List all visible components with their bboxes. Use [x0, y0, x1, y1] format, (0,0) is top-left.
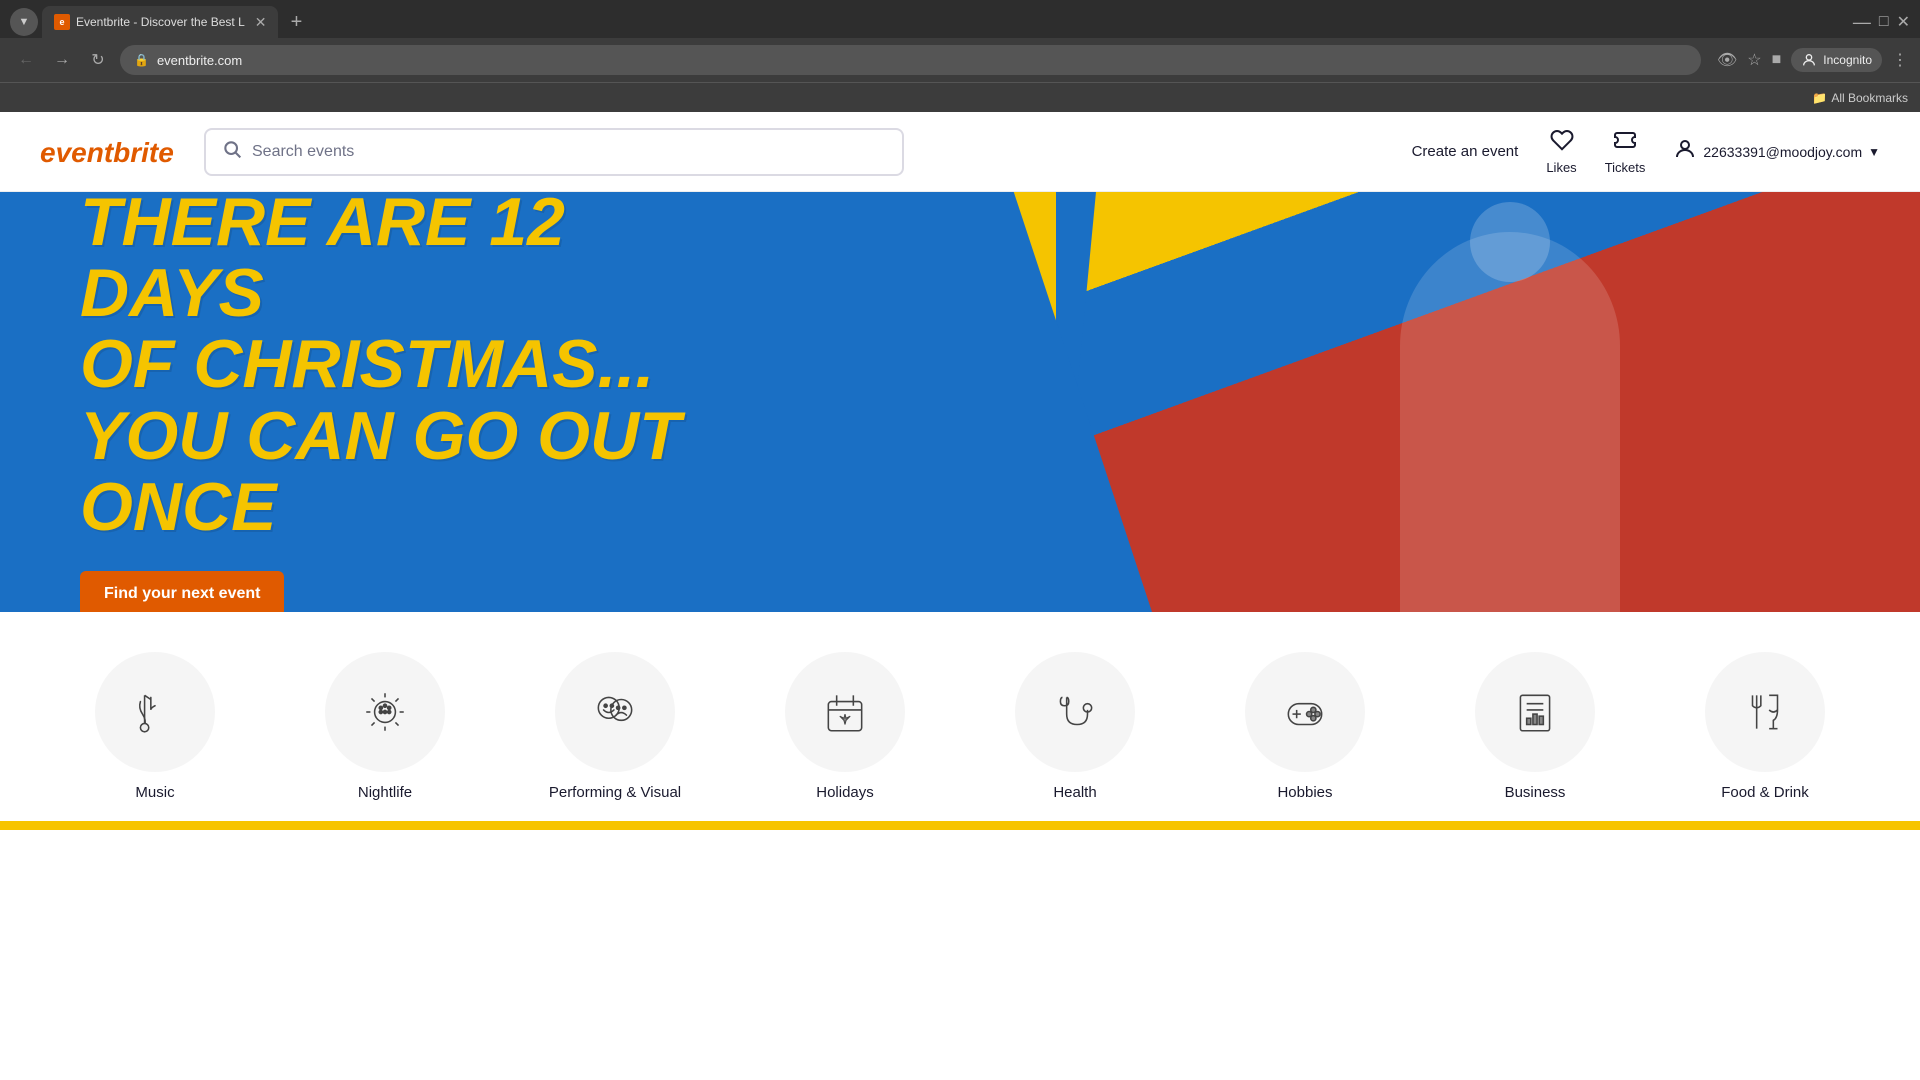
food-drink-label: Food & Drink [1721, 784, 1809, 801]
hero-banner: THERE ARE 12 DAYS OF CHRISTMAS... YOU CA… [0, 192, 1920, 612]
category-nightlife[interactable]: Nightlife [270, 652, 500, 801]
hero-line1: THERE ARE 12 DAYS [80, 192, 565, 331]
tab-bar: ▼ e Eventbrite - Discover the Best L ✕ +… [0, 0, 1920, 38]
nightlife-icon [360, 687, 410, 737]
incognito-icon [1801, 52, 1817, 68]
category-performing-visual[interactable]: Performing & Visual [500, 652, 730, 801]
nightlife-icon-circle [325, 652, 445, 772]
tab-dropdown-btn[interactable]: ▼ [10, 8, 38, 36]
people-silhouettes [1142, 213, 1876, 612]
security-icon: 🔒 [134, 53, 149, 67]
bookmark-star-icon[interactable]: ☆ [1747, 50, 1761, 70]
hobbies-label: Hobbies [1277, 784, 1332, 801]
new-tab-button[interactable]: + [282, 8, 310, 36]
health-icon-circle [1015, 652, 1135, 772]
category-holidays[interactable]: Holidays [730, 652, 960, 801]
holidays-label: Holidays [816, 784, 874, 801]
tab-close-button[interactable]: ✕ [255, 14, 267, 31]
tickets-button[interactable]: Tickets [1605, 128, 1646, 175]
business-icon-circle [1475, 652, 1595, 772]
tab-title: Eventbrite - Discover the Best L [76, 15, 245, 29]
category-food-drink[interactable]: Food & Drink [1650, 652, 1880, 801]
holidays-icon [820, 687, 870, 737]
logo[interactable]: eventbrite [40, 134, 180, 170]
hobbies-icon [1280, 687, 1330, 737]
toolbar-right: 👁︎ ☆ ■ Incognito ⋮ [1717, 48, 1908, 72]
eye-slash-icon[interactable]: 👁︎ [1717, 50, 1737, 70]
back-button[interactable]: ← [12, 46, 40, 74]
folder-icon: 📁 [1812, 91, 1827, 105]
hero-line3: YOU CAN GO OUT ONCE [80, 398, 681, 545]
category-music[interactable]: Music [40, 652, 270, 801]
incognito-label: Incognito [1823, 53, 1872, 67]
logo-svg: eventbrite [40, 134, 180, 170]
performing-visual-icon-circle [555, 652, 675, 772]
forward-button[interactable]: → [48, 46, 76, 74]
dropdown-arrow-icon: ▼ [1868, 145, 1880, 159]
business-label: Business [1505, 784, 1566, 801]
health-label: Health [1053, 784, 1096, 801]
categories-section: Music Nightlife [0, 612, 1920, 824]
browser-toolbar: ← → ↻ 🔒 eventbrite.com 👁︎ ☆ ■ Incognito … [0, 38, 1920, 82]
restore-button[interactable]: □ [1879, 13, 1889, 31]
hero-line2: OF CHRISTMAS... [80, 326, 654, 402]
nightlife-label: Nightlife [358, 784, 412, 801]
health-icon [1050, 687, 1100, 737]
hero-cta-button[interactable]: Find your next event [80, 571, 284, 612]
active-tab[interactable]: e Eventbrite - Discover the Best L ✕ [42, 6, 278, 38]
music-icon [130, 687, 180, 737]
url-display: eventbrite.com [157, 53, 1687, 68]
likes-button[interactable]: Likes [1546, 128, 1576, 175]
search-icon [222, 139, 242, 164]
hero-image-area [1056, 192, 1920, 612]
site-header: eventbrite Search events Create an event… [0, 112, 1920, 192]
user-email: 22633391@moodjoy.com [1703, 144, 1862, 160]
create-event-button[interactable]: Create an event [1412, 143, 1519, 160]
category-health[interactable]: Health [960, 652, 1190, 801]
tab-favicon: e [54, 14, 70, 30]
holidays-icon-circle [785, 652, 905, 772]
svg-text:eventbrite: eventbrite [40, 137, 174, 168]
performing-visual-label: Performing & Visual [549, 784, 681, 801]
bookmarks-bar: 📁 All Bookmarks [0, 82, 1920, 112]
performing-visual-icon [590, 687, 640, 737]
incognito-button[interactable]: Incognito [1791, 48, 1882, 72]
hobbies-icon-circle [1245, 652, 1365, 772]
header-right: Create an event Likes Tickets [1412, 128, 1880, 175]
minimize-button[interactable]: — [1853, 12, 1871, 33]
hero-headline: THERE ARE 12 DAYS OF CHRISTMAS... YOU CA… [80, 192, 730, 543]
user-menu[interactable]: 22633391@moodjoy.com ▼ [1673, 137, 1880, 167]
music-icon-circle [95, 652, 215, 772]
more-options-icon[interactable]: ⋮ [1892, 50, 1908, 70]
food-drink-icon-circle [1705, 652, 1825, 772]
food-drink-icon [1740, 687, 1790, 737]
user-icon [1673, 137, 1697, 167]
bookmarks-label: All Bookmarks [1831, 91, 1908, 105]
category-business[interactable]: Business [1420, 652, 1650, 801]
ticket-icon [1613, 128, 1637, 158]
business-icon [1510, 687, 1560, 737]
tickets-label: Tickets [1605, 160, 1646, 175]
search-placeholder: Search events [252, 143, 354, 161]
browser-chrome: ▼ e Eventbrite - Discover the Best L ✕ +… [0, 0, 1920, 112]
close-window-button[interactable]: ✕ [1897, 12, 1910, 32]
sidebar-icon[interactable]: ■ [1772, 51, 1782, 69]
address-bar[interactable]: 🔒 eventbrite.com [120, 45, 1701, 75]
refresh-button[interactable]: ↻ [84, 46, 112, 74]
heart-icon [1550, 128, 1574, 158]
bottom-accent-bar [0, 824, 1920, 830]
hero-text-area: THERE ARE 12 DAYS OF CHRISTMAS... YOU CA… [0, 192, 1152, 612]
category-hobbies[interactable]: Hobbies [1190, 652, 1420, 801]
search-bar[interactable]: Search events [204, 128, 904, 176]
all-bookmarks-link[interactable]: 📁 All Bookmarks [1812, 91, 1908, 105]
likes-label: Likes [1546, 160, 1576, 175]
music-label: Music [135, 784, 174, 801]
